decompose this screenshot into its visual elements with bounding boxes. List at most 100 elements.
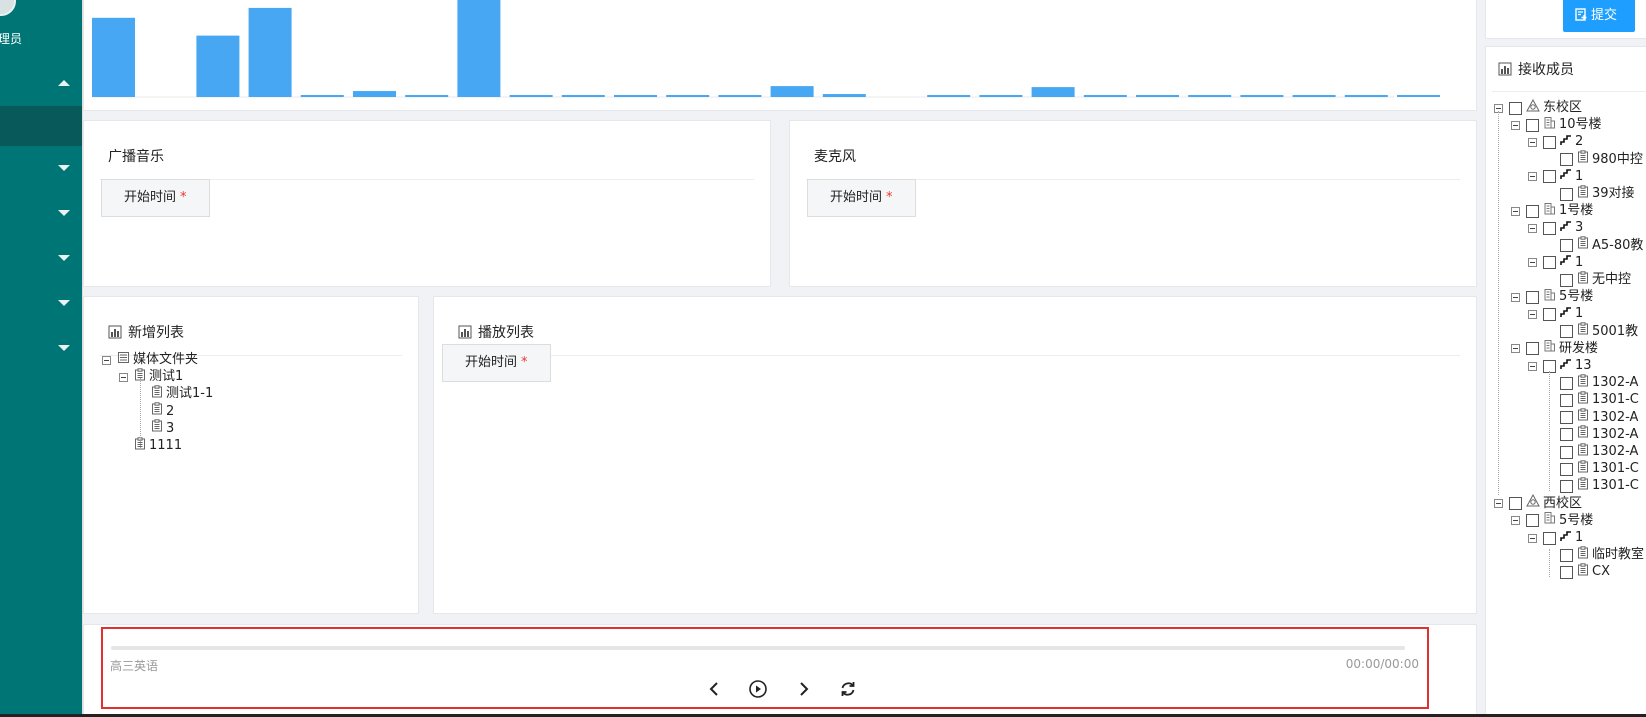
chart-bar[interactable]: [979, 95, 1023, 97]
select-checkbox[interactable]: [1560, 445, 1573, 459]
receiver-node[interactable]: 5号楼: [1511, 512, 1593, 530]
chart-bar[interactable]: [1031, 87, 1075, 97]
select-checkbox[interactable]: [1543, 256, 1556, 270]
chart-bar[interactable]: [457, 0, 501, 97]
tree-node[interactable]: 媒体文件夹: [102, 351, 198, 369]
receiver-node[interactable]: 10号楼: [1511, 116, 1602, 134]
chart-bar[interactable]: [405, 95, 449, 97]
select-checkbox[interactable]: [1560, 548, 1573, 562]
receiver-node[interactable]: 1301-C: [1545, 459, 1639, 478]
receiver-node[interactable]: 2: [1528, 133, 1583, 151]
receiver-node[interactable]: 1: [1528, 168, 1583, 186]
chart-bar[interactable]: [509, 95, 553, 97]
select-checkbox[interactable]: [1526, 290, 1539, 304]
receiver-node[interactable]: 1: [1528, 305, 1583, 323]
start-time-field[interactable]: 开始时间 *: [442, 344, 551, 382]
receiver-node[interactable]: 临时教室: [1545, 545, 1644, 564]
chart-bar[interactable]: [353, 91, 396, 97]
select-checkbox[interactable]: [1543, 307, 1556, 321]
receiver-node[interactable]: 1302-A: [1545, 408, 1638, 427]
submit-button[interactable]: 提交: [1563, 0, 1635, 32]
collapse-toggle-icon[interactable]: [119, 372, 128, 382]
select-checkbox[interactable]: [1509, 497, 1522, 511]
sidebar-menu-7[interactable]: [0, 328, 82, 368]
receiver-node[interactable]: 980中控: [1545, 150, 1643, 169]
select-checkbox[interactable]: [1543, 170, 1556, 184]
sidebar-menu-6[interactable]: [0, 283, 82, 323]
select-checkbox[interactable]: [1560, 376, 1573, 390]
sidebar-menu-4[interactable]: [0, 193, 82, 233]
chart-bar[interactable]: [1136, 95, 1179, 97]
receiver-node[interactable]: 1: [1528, 254, 1583, 272]
select-checkbox[interactable]: [1560, 411, 1573, 425]
select-checkbox[interactable]: [1560, 462, 1573, 476]
tree-node[interactable]: 3: [136, 419, 174, 438]
select-checkbox[interactable]: [1526, 118, 1539, 132]
chart-bar[interactable]: [1344, 95, 1388, 97]
tree-node[interactable]: 测试1-1: [136, 385, 213, 403]
collapse-toggle-icon[interactable]: [1511, 292, 1520, 302]
select-checkbox[interactable]: [1560, 187, 1573, 201]
receiver-node[interactable]: 1302-A: [1545, 373, 1638, 392]
start-time-field[interactable]: 开始时间 *: [101, 179, 210, 217]
sidebar-menu-1[interactable]: [0, 63, 82, 103]
select-checkbox[interactable]: [1560, 239, 1573, 253]
select-checkbox[interactable]: [1560, 325, 1573, 339]
select-checkbox[interactable]: [1560, 393, 1573, 407]
chart-bar[interactable]: [561, 95, 605, 97]
select-checkbox[interactable]: [1509, 101, 1522, 115]
avatar[interactable]: [0, 0, 16, 16]
chart-bar[interactable]: [196, 35, 240, 97]
chart-bar[interactable]: [1397, 95, 1440, 97]
collapse-toggle-icon[interactable]: [1528, 361, 1537, 371]
collapse-toggle-icon[interactable]: [1528, 533, 1537, 543]
collapse-toggle-icon[interactable]: [102, 355, 111, 365]
chart-bar[interactable]: [1083, 95, 1127, 97]
select-checkbox[interactable]: [1526, 204, 1539, 218]
next-button[interactable]: [791, 677, 815, 701]
chart-bar[interactable]: [1240, 95, 1284, 97]
chart-bar[interactable]: [300, 95, 344, 97]
chart-bar[interactable]: [248, 7, 292, 97]
receiver-node[interactable]: 3: [1528, 219, 1583, 237]
sidebar-menu-2-active[interactable]: [0, 106, 82, 146]
select-checkbox[interactable]: [1560, 428, 1573, 442]
receiver-node[interactable]: 1302-A: [1545, 425, 1638, 444]
collapse-toggle-icon[interactable]: [1528, 258, 1537, 268]
repeat-button[interactable]: [836, 677, 860, 701]
collapse-toggle-icon[interactable]: [1528, 172, 1537, 182]
select-checkbox[interactable]: [1526, 342, 1539, 356]
receiver-node[interactable]: 1: [1528, 529, 1583, 547]
select-checkbox[interactable]: [1543, 221, 1556, 235]
collapse-toggle-icon[interactable]: [1511, 344, 1520, 354]
receiver-node[interactable]: 1号楼: [1511, 202, 1593, 220]
receiver-node[interactable]: 研发楼: [1511, 340, 1598, 358]
collapse-toggle-icon[interactable]: [1511, 120, 1520, 130]
receiver-node[interactable]: 5001教: [1545, 322, 1638, 341]
collapse-toggle-icon[interactable]: [1511, 516, 1520, 526]
receiver-node[interactable]: 1302-A: [1545, 442, 1638, 461]
tree-node[interactable]: 1111: [119, 436, 182, 455]
play-button[interactable]: [746, 677, 770, 701]
select-checkbox[interactable]: [1543, 135, 1556, 149]
chart-bar[interactable]: [718, 95, 762, 97]
collapse-toggle-icon[interactable]: [1494, 499, 1503, 509]
select-checkbox[interactable]: [1560, 273, 1573, 287]
chart-bar[interactable]: [822, 94, 866, 97]
select-checkbox[interactable]: [1543, 531, 1556, 545]
tree-node[interactable]: 测试1: [119, 367, 183, 386]
receiver-node[interactable]: 无中控: [1545, 270, 1631, 289]
select-checkbox[interactable]: [1560, 479, 1573, 493]
receiver-node[interactable]: 1301-C: [1545, 477, 1639, 495]
select-checkbox[interactable]: [1526, 514, 1539, 528]
receiver-node[interactable]: 39对接: [1545, 184, 1635, 203]
tree-node[interactable]: 2: [136, 402, 174, 421]
receiver-node[interactable]: 西校区: [1494, 494, 1582, 513]
progress-bar[interactable]: [111, 646, 1405, 650]
chart-bar[interactable]: [1292, 95, 1336, 97]
start-time-field[interactable]: 开始时间 *: [807, 179, 916, 217]
collapse-toggle-icon[interactable]: [1528, 309, 1537, 319]
collapse-toggle-icon[interactable]: [1528, 137, 1537, 147]
chart-bar[interactable]: [666, 95, 710, 97]
receiver-node[interactable]: CX: [1545, 563, 1610, 581]
